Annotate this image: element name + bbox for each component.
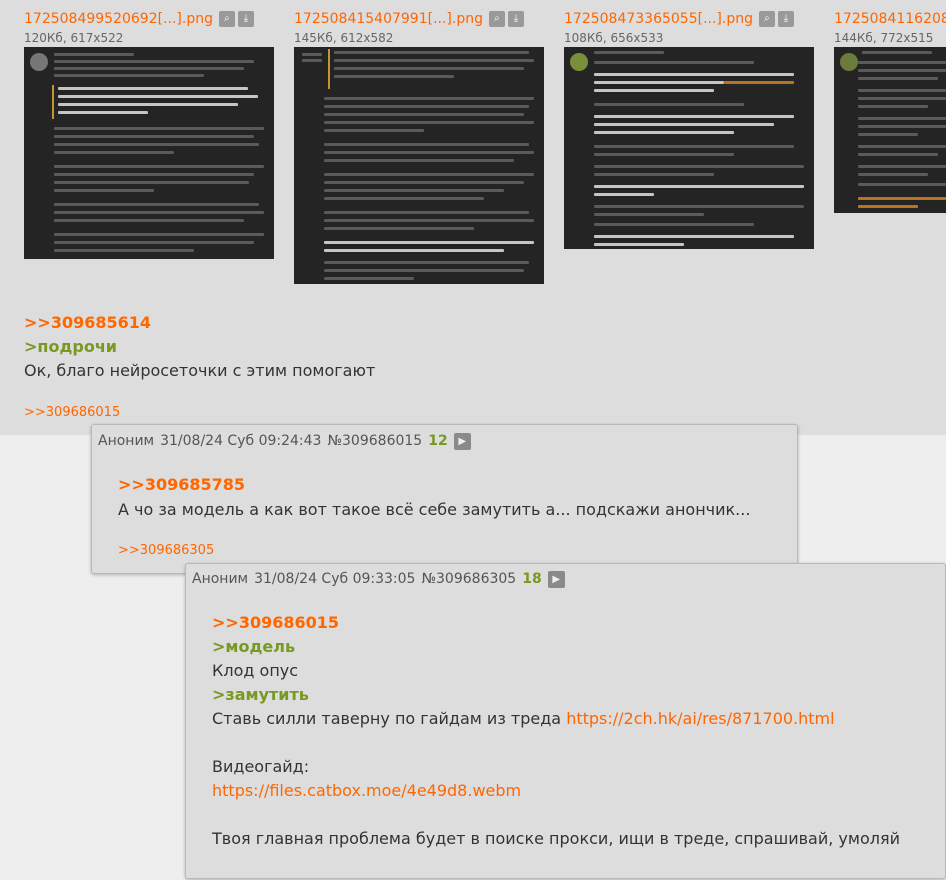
- post-text: Ок, благо нейросеточки с этим помогают: [24, 361, 376, 380]
- post-count: 12: [428, 433, 448, 449]
- download-icon[interactable]: ⤓: [777, 11, 794, 27]
- post-count: 18: [522, 571, 542, 587]
- reply-link[interactable]: >>309686015: [212, 611, 900, 635]
- greentext-quote: >модель: [212, 637, 296, 656]
- post-author: Аноним: [98, 433, 155, 449]
- op-post-body: >>309685614 >подрочи Ок, благо нейросето…: [24, 311, 375, 383]
- file-entry-2: 172508415407991[...].png ⌕ ⤓ 145Кб, 612x…: [294, 10, 524, 46]
- search-icon[interactable]: ⌕: [758, 11, 775, 27]
- op-post-area: 172508499520692[...].png ⌕ ⤓ 120Кб, 617x…: [0, 0, 946, 435]
- post-text: Ставь силли таверну по гайдам из треда: [212, 709, 567, 728]
- post-date: 31/08/24 Суб 09:24:43: [160, 433, 322, 449]
- file-meta: 145Кб, 612x582: [294, 31, 394, 45]
- post-author: Аноним: [192, 571, 249, 587]
- file-name-link[interactable]: 172508411620854: [834, 10, 946, 28]
- backref-link[interactable]: >>309686305: [118, 541, 214, 561]
- search-icon[interactable]: ⌕: [488, 11, 505, 27]
- post-number[interactable]: №309686305: [421, 569, 516, 589]
- download-icon[interactable]: ⤓: [507, 11, 524, 27]
- reply-link[interactable]: >>309685614: [24, 311, 375, 335]
- post-body: >>309686015 >модель Клод опус >замутить …: [212, 611, 900, 851]
- file-name-link[interactable]: 172508473365055[...].png: [564, 10, 753, 28]
- post-header: Аноним 31/08/24 Суб 09:24:43 №309686015 …: [98, 431, 477, 451]
- file-name-link[interactable]: 172508415407991[...].png: [294, 10, 483, 28]
- reply-post-309686305: Аноним 31/08/24 Суб 09:33:05 №309686305 …: [185, 563, 946, 879]
- post-date: 31/08/24 Суб 09:33:05: [254, 571, 416, 587]
- file-entry-3: 172508473365055[...].png ⌕ ⤓ 108Кб, 656x…: [564, 10, 794, 46]
- video-label: Видеогайд:: [212, 757, 310, 776]
- thumbnail-2[interactable]: [294, 47, 544, 284]
- download-icon[interactable]: ⤓: [237, 11, 254, 27]
- post-header: Аноним 31/08/24 Суб 09:33:05 №309686305 …: [192, 569, 571, 589]
- thread-url-link[interactable]: https://2ch.hk/ai/res/871700.html: [566, 709, 834, 728]
- file-meta: 108Кб, 656x533: [564, 31, 664, 45]
- post-text: Клод опус: [212, 661, 299, 680]
- video-url-link[interactable]: https://files.catbox.moe/4e49d8.webm: [212, 779, 900, 803]
- post-text-line: Ставь силли таверну по гайдам из треда h…: [212, 707, 900, 731]
- post-text: Твоя главная проблема будет в поиске про…: [212, 829, 900, 848]
- greentext-quote: >замутить: [212, 685, 309, 704]
- thumbnail-3[interactable]: [564, 47, 814, 249]
- thumbnail-1[interactable]: [24, 47, 274, 259]
- play-icon[interactable]: ▶: [453, 432, 471, 450]
- file-meta: 144Кб, 772x515: [834, 31, 934, 45]
- file-name-link[interactable]: 172508499520692[...].png: [24, 10, 213, 28]
- post-number[interactable]: №309686015: [327, 431, 422, 451]
- reply-link[interactable]: >>309685785: [118, 473, 245, 497]
- file-meta: 120Кб, 617x522: [24, 31, 124, 45]
- greentext-quote: >подрочи: [24, 337, 118, 356]
- play-icon[interactable]: ▶: [547, 570, 565, 588]
- backref-link[interactable]: >>309686015: [24, 403, 120, 423]
- post-text: А чо за модель а как вот такое всё себе …: [118, 500, 751, 519]
- thumbnail-4[interactable]: [834, 47, 946, 213]
- reply-post-309686015: Аноним 31/08/24 Суб 09:24:43 №309686015 …: [91, 424, 798, 574]
- file-entry-1: 172508499520692[...].png ⌕ ⤓ 120Кб, 617x…: [24, 10, 254, 46]
- file-entry-4: 172508411620854 144Кб, 772x515: [834, 10, 946, 46]
- search-icon[interactable]: ⌕: [218, 11, 235, 27]
